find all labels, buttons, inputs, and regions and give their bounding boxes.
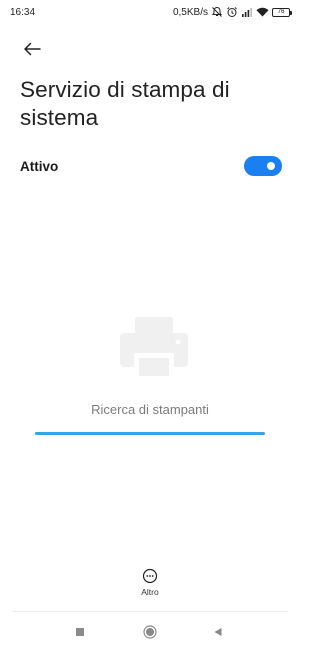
more-label: Altro — [141, 587, 159, 597]
searching-message: Ricerca di stampanti — [91, 402, 209, 417]
battery-level: 76 — [277, 8, 285, 15]
enabled-toggle-switch[interactable] — [244, 156, 282, 176]
battery-icon: 76 — [272, 7, 292, 17]
status-bar: 16:34 0,5KB/s 76 — [0, 0, 300, 24]
network-speed: 0,5KB/s — [172, 6, 208, 18]
back-button[interactable] — [20, 37, 44, 61]
print-service-screen: 16:34 0,5KB/s 76 Servizio di stampa di s… — [0, 0, 300, 650]
enabled-toggle-row[interactable]: Attivo — [20, 152, 282, 180]
circle-icon — [143, 625, 157, 639]
mute-icon — [211, 6, 223, 18]
toggle-label: Attivo — [20, 158, 59, 174]
more-icon — [142, 568, 158, 584]
search-progress-fill — [35, 432, 265, 435]
triangle-back-icon — [214, 628, 222, 636]
more-button[interactable]: Altro — [125, 568, 175, 602]
arrow-left-icon — [24, 42, 41, 56]
recents-button[interactable] — [68, 620, 92, 644]
home-button[interactable] — [138, 620, 162, 644]
printer-icon — [118, 311, 190, 383]
page-title: Servizio di stampa di sistema — [20, 77, 230, 130]
status-time: 16:34 — [10, 6, 36, 18]
navigation-bar — [0, 620, 300, 644]
nav-divider — [12, 611, 288, 612]
toggle-knob — [267, 162, 275, 170]
square-icon — [76, 628, 84, 636]
signal-icon — [241, 6, 253, 18]
wifi-icon — [256, 6, 269, 18]
alarm-icon — [226, 6, 238, 18]
status-icons: 0,5KB/s 76 — [172, 6, 292, 18]
system-back-button[interactable] — [206, 620, 230, 644]
search-progress-bar — [35, 432, 265, 435]
